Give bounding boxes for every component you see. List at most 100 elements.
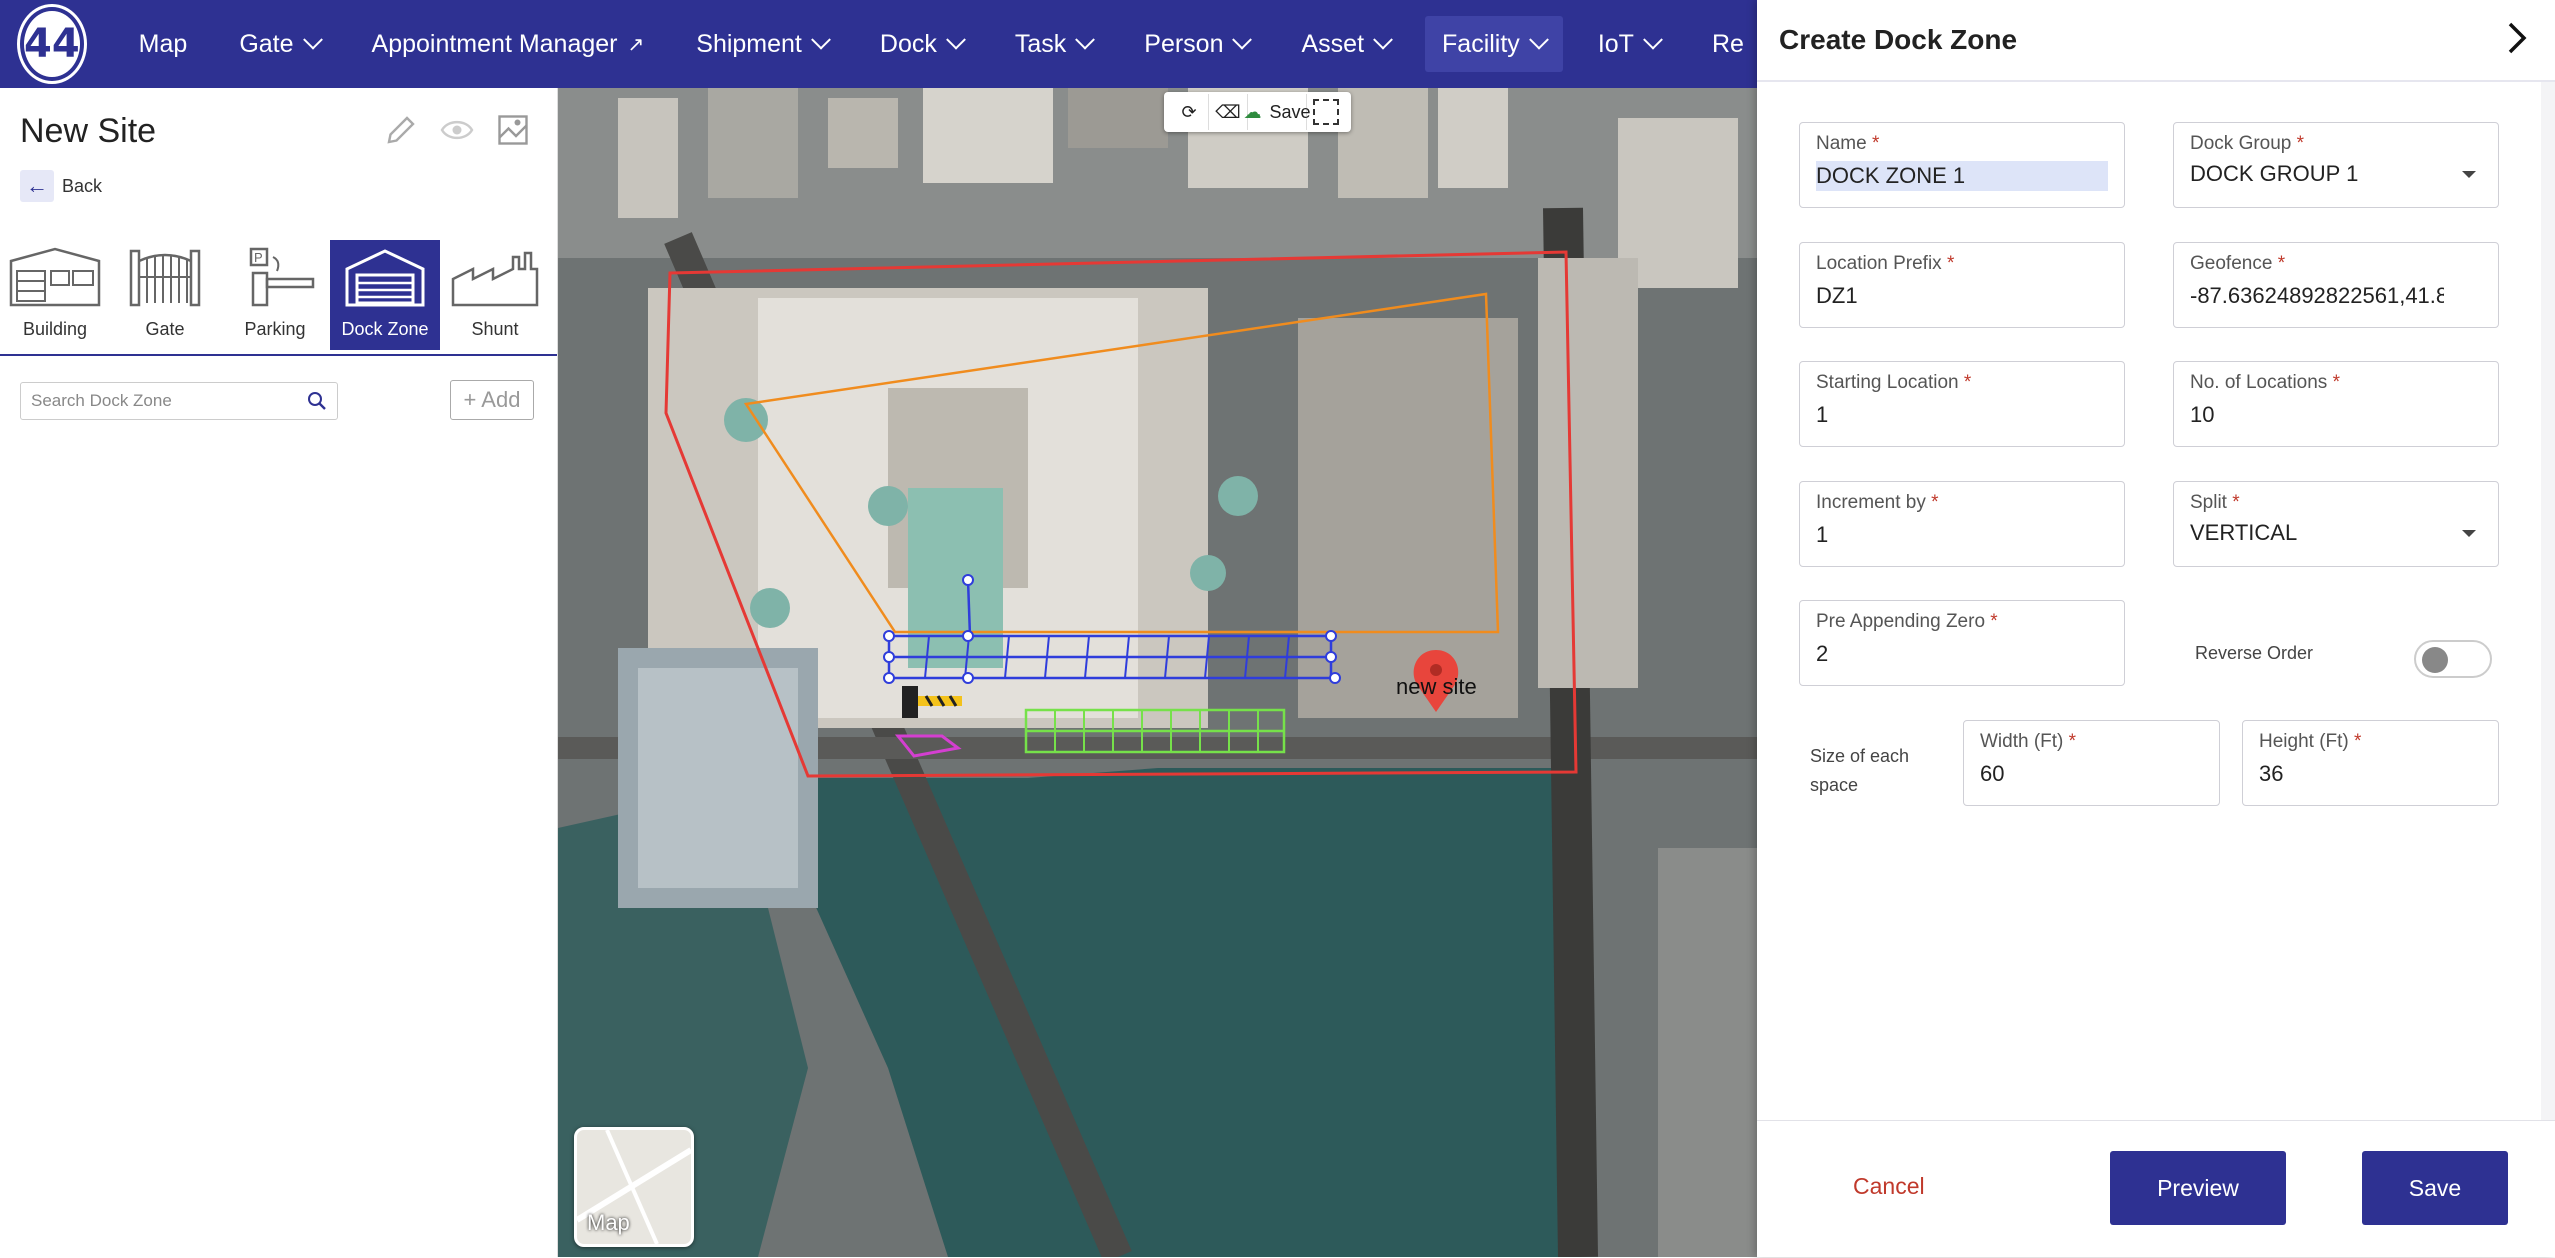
create-dock-zone-dialog: Create Dock Zone Name * DOCK ZONE 1 Dock…	[1757, 0, 2555, 1257]
nav-task-label: Task	[1014, 29, 1067, 58]
nav-iot-label: IoT	[1597, 29, 1634, 58]
dock-zone-icon	[345, 249, 425, 307]
dialog-footer: Cancel Preview Save	[1757, 1120, 2555, 1258]
no-of-locations-field[interactable]: No. of Locations * 10	[2173, 361, 2499, 447]
search-dock-zone-input[interactable]: Search Dock Zone	[20, 382, 338, 420]
nav-appointment-manager[interactable]: Appointment Manager ↗	[355, 16, 662, 72]
nav-asset[interactable]: Asset	[1284, 16, 1407, 72]
type-gate[interactable]: Gate	[110, 240, 220, 350]
divider	[0, 354, 557, 356]
map-toggle-label: Map	[587, 1210, 630, 1235]
nav-asset-label: Asset	[1301, 29, 1365, 58]
height-field[interactable]: Height (Ft) * 36	[2242, 720, 2499, 806]
back-button[interactable]: ← Back	[20, 170, 102, 202]
satellite-map[interactable]: new site ⟳ ⌫ ☁ Save Map	[558, 88, 1758, 1257]
chevron-down-icon	[302, 29, 323, 50]
pre-appending-zero-label: Pre Appending Zero *	[1816, 611, 1998, 632]
caret-down-icon	[2462, 171, 2476, 178]
increment-by-label: Increment by *	[1816, 492, 1939, 513]
preview-button[interactable]: Preview	[2110, 1151, 2286, 1225]
location-prefix-field[interactable]: Location Prefix * DZ1	[1799, 242, 2125, 328]
type-shunt-label: Shunt	[471, 319, 519, 339]
width-field[interactable]: Width (Ft) * 60	[1963, 720, 2220, 806]
increment-by-field[interactable]: Increment by * 1	[1799, 481, 2125, 567]
dialog-title: Create Dock Zone	[1779, 24, 2018, 55]
geofence-value: -87.63624892822561,41.8	[2190, 283, 2444, 308]
type-building[interactable]: Building	[0, 240, 110, 350]
type-parking-label: Parking	[244, 319, 306, 339]
split-select[interactable]: Split * VERTICAL	[2173, 481, 2499, 567]
reset-icon[interactable]: ⟳	[1170, 94, 1209, 130]
split-label: Split *	[2190, 492, 2240, 513]
type-shunt[interactable]: Shunt	[440, 240, 550, 350]
name-label: Name *	[1816, 133, 1880, 154]
nav-reports[interactable]: Re	[1695, 16, 1761, 72]
toggle-knob	[2422, 647, 2448, 673]
width-label: Width (Ft) *	[1980, 731, 2077, 752]
chevron-down-icon	[1373, 29, 1393, 50]
arrow-left-icon: ←	[20, 170, 54, 202]
panel-tools	[383, 112, 531, 148]
search-icon[interactable]	[307, 391, 327, 411]
image-map-icon[interactable]	[495, 112, 531, 148]
nav-facility[interactable]: Facility	[1425, 16, 1563, 72]
dock-group-select[interactable]: Dock Group * DOCK GROUP 1	[2173, 122, 2499, 208]
app-logo[interactable]: 44	[20, 7, 84, 81]
drawing-toolbar: ⟳ ⌫ ☁ Save	[1164, 92, 1351, 132]
type-parking[interactable]: P Parking	[220, 240, 330, 350]
nav-task[interactable]: Task	[998, 16, 1109, 72]
site-title: New Site	[20, 112, 157, 150]
search-placeholder: Search Dock Zone	[31, 391, 172, 410]
nav-iot[interactable]: IoT	[1581, 16, 1677, 72]
chevron-down-icon	[1075, 29, 1096, 50]
back-label: Back	[62, 175, 103, 196]
chevron-down-icon	[1528, 29, 1549, 50]
select-area-icon[interactable]	[1307, 94, 1345, 130]
reverse-order-toggle[interactable]	[2414, 640, 2492, 678]
reverse-order-label: Reverse Order	[2195, 643, 2314, 663]
map-canvas[interactable]	[558, 88, 1758, 1257]
gate-icon	[129, 249, 201, 307]
add-dock-zone-button[interactable]: + Add	[450, 380, 534, 420]
nav-person[interactable]: Person	[1127, 16, 1266, 72]
type-gate-label: Gate	[145, 319, 185, 339]
nav-shipment-label: Shipment	[696, 29, 802, 58]
top-navigation-bar: 44 Map Gate Appointment Manager ↗ Shipmen…	[0, 0, 1760, 88]
chevron-down-icon	[810, 29, 831, 50]
increment-by-value: 1	[1816, 522, 1829, 547]
name-value: DOCK ZONE 1	[1816, 161, 2108, 191]
nav-map[interactable]: Map	[122, 16, 205, 72]
nav-reports-label: Re	[1711, 29, 1744, 58]
nav-shipment[interactable]: Shipment	[679, 16, 845, 72]
starting-location-field[interactable]: Starting Location * 1	[1799, 361, 2125, 447]
nav-dock[interactable]: Dock	[863, 16, 980, 72]
building-icon	[9, 247, 101, 307]
map-type-toggle[interactable]: Map	[574, 1127, 694, 1247]
eye-icon[interactable]	[439, 112, 475, 148]
nav-map-label: Map	[138, 29, 188, 58]
nav-dock-label: Dock	[879, 29, 937, 58]
no-of-locations-label: No. of Locations *	[2190, 372, 2340, 393]
no-of-locations-value: 10	[2190, 402, 2215, 427]
location-prefix-label: Location Prefix *	[1816, 253, 1955, 274]
nav-facility-label: Facility	[1442, 29, 1520, 58]
nav-gate[interactable]: Gate	[222, 16, 336, 72]
height-value: 36	[2259, 761, 2284, 786]
pre-appending-zero-field[interactable]: Pre Appending Zero * 2	[1799, 600, 2125, 686]
chevron-right-icon[interactable]	[2497, 18, 2537, 58]
pencil-icon[interactable]	[383, 112, 419, 148]
pre-appending-zero-value: 2	[1816, 641, 1829, 666]
type-dock-zone[interactable]: Dock Zone	[330, 240, 440, 350]
cancel-button[interactable]: Cancel	[1853, 1173, 1925, 1200]
name-field[interactable]: Name * DOCK ZONE 1	[1799, 122, 2125, 208]
scrollbar[interactable]	[2541, 82, 2555, 1120]
starting-location-label: Starting Location *	[1816, 372, 1972, 393]
geofence-field[interactable]: Geofence * -87.63624892822561,41.8	[2173, 242, 2499, 328]
dialog-header: Create Dock Zone	[1757, 0, 2555, 82]
pin-label: new site	[1396, 674, 1477, 699]
eraser-icon[interactable]: ⌫	[1209, 94, 1248, 130]
save-button[interactable]: Save	[2362, 1151, 2508, 1225]
toolbar-save-label: Save	[1269, 101, 1311, 122]
toolbar-save-button[interactable]: ☁ Save	[1243, 94, 1311, 130]
location-prefix-value: DZ1	[1816, 283, 1858, 308]
